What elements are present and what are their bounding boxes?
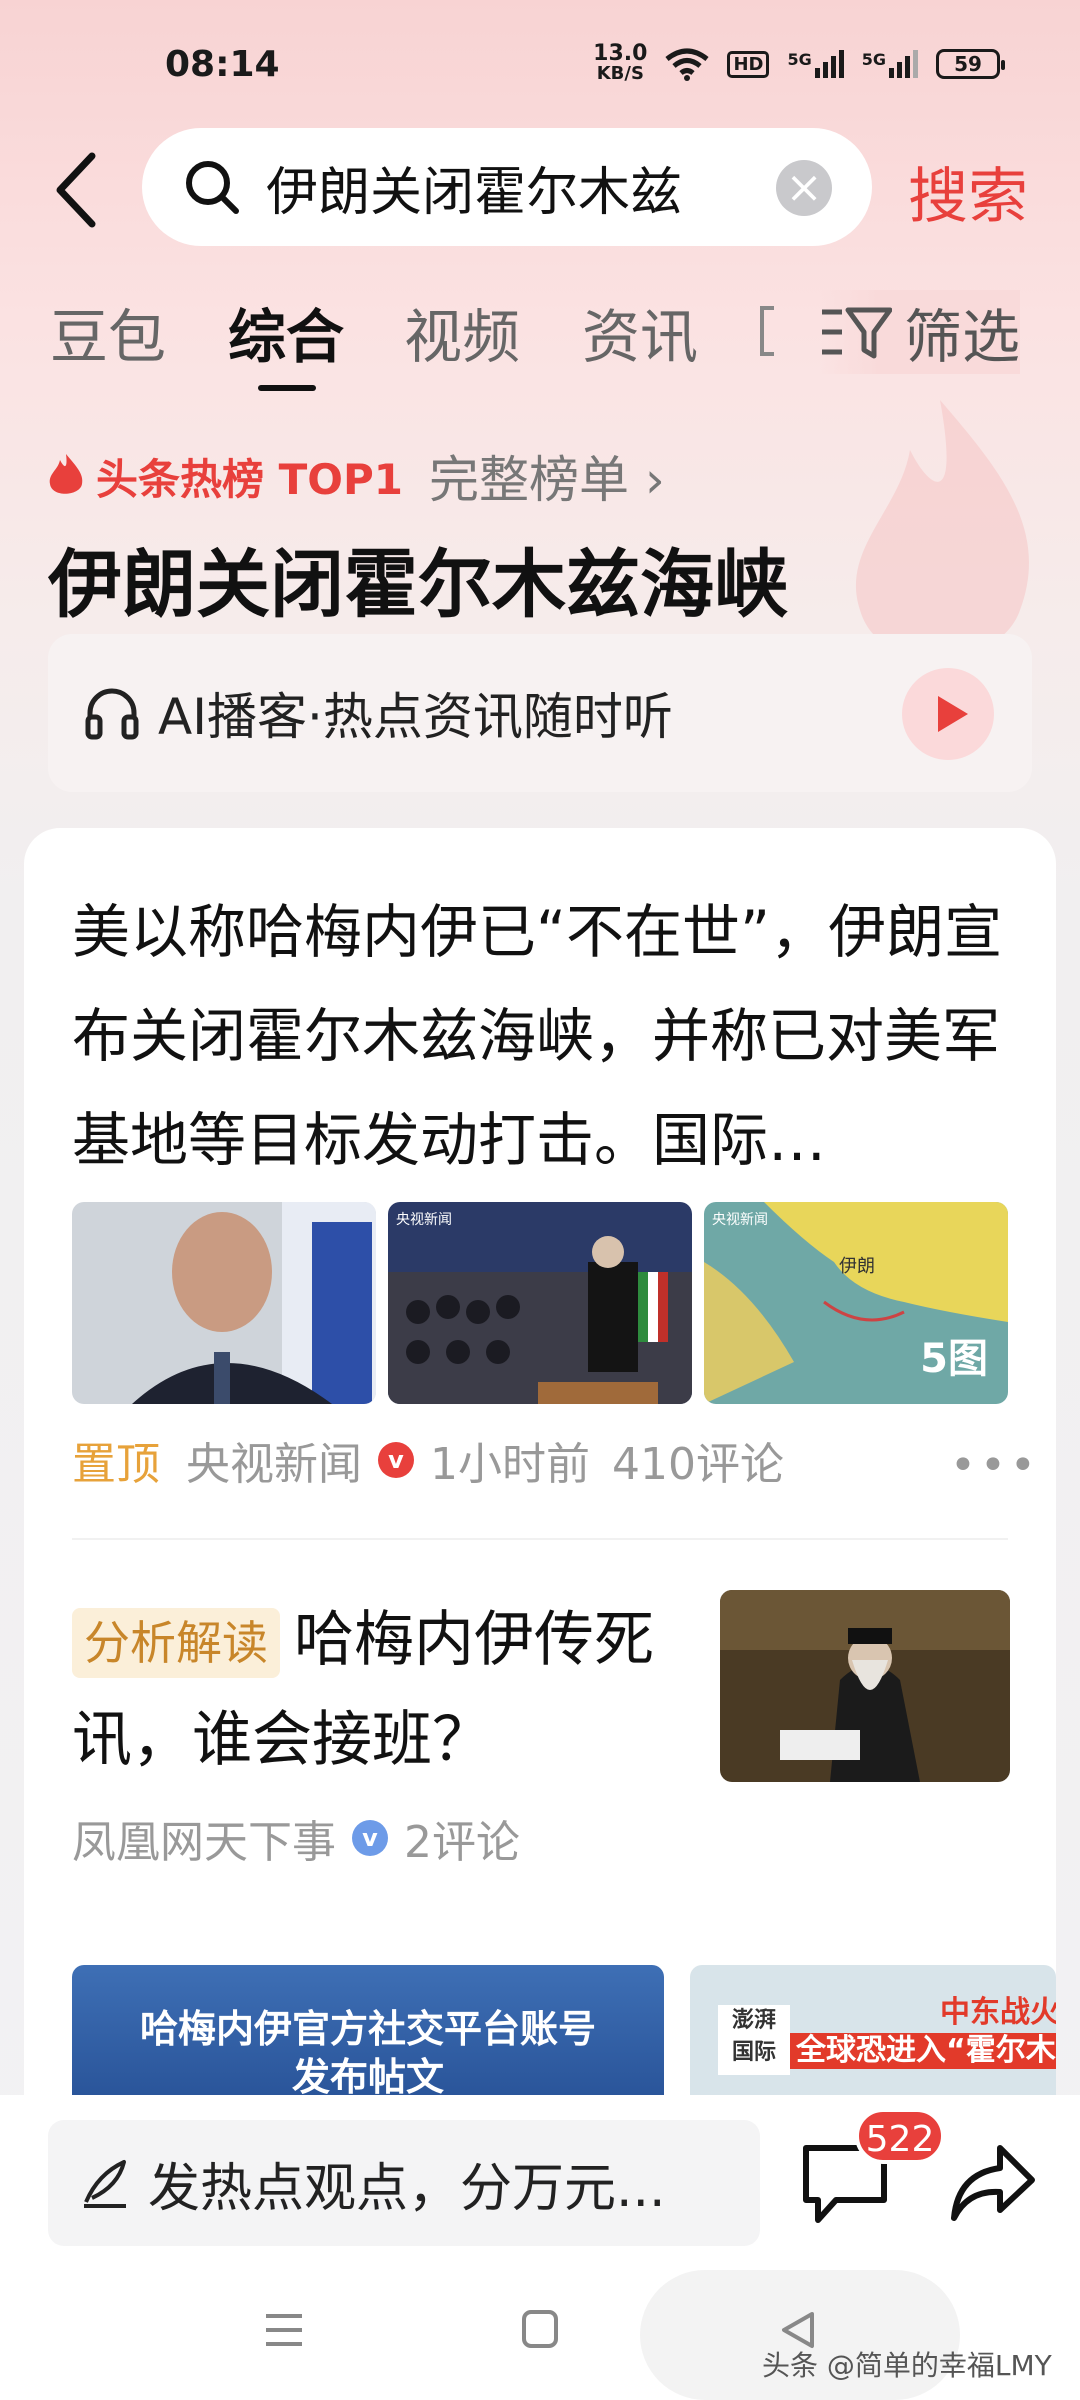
search-input[interactable]: 伊朗关闭霍尔木兹 × — [142, 128, 872, 246]
tab-comprehensive[interactable]: 综合 — [228, 290, 344, 374]
watermark: 头条 @简单的幸福LMY — [762, 2349, 1052, 2382]
article-source[interactable]: 央视新闻 — [186, 1428, 362, 1492]
filter-label: 筛选 — [904, 303, 1021, 371]
active-tab-indicator — [258, 385, 316, 391]
article-image-1[interactable] — [72, 1202, 376, 1404]
net-label-2: 5G — [861, 50, 886, 69]
comment-input[interactable]: 发热点观点，分万元... — [48, 2120, 760, 2246]
video-card-2[interactable]: 澎湃 国际 中东战火再燃 全球恐进入“霍尔木 — [690, 1965, 1056, 2095]
image-count: 5图 — [920, 1336, 988, 1382]
verified-icon: v — [378, 1442, 414, 1478]
article-headline[interactable]: 美以称哈梅内伊已“不在世”，伊朗宣布关闭霍尔木兹海峡，并称已对美军基地等目标发动… — [72, 880, 1012, 1192]
wifi-icon — [665, 48, 710, 81]
article-image-2[interactable]: 央视新闻 — [388, 1202, 692, 1404]
article-meta: 置顶 央视新闻 v 1小时前 410评论 — [72, 1428, 784, 1492]
net-label-1: 5G — [787, 50, 812, 69]
speed-unit: KB/S — [596, 63, 644, 84]
search-icon — [186, 161, 239, 214]
article-2-image[interactable] — [720, 1590, 1010, 1782]
tab-partial[interactable] — [760, 306, 774, 356]
pen-icon — [84, 2160, 126, 2208]
filter-button[interactable]: 筛选 — [820, 290, 1021, 374]
article-2-source[interactable]: 凤凰网天下事 — [72, 1806, 336, 1870]
pinned-label: 置顶 — [72, 1439, 160, 1490]
signal-icon-1: 5G — [787, 50, 844, 78]
image-logo: 央视新闻 — [712, 1212, 768, 1228]
verified-icon: v — [352, 1820, 388, 1856]
video-1-line-1: 哈梅内伊官方社交平台账号 — [139, 2007, 596, 2051]
video-2-line-1: 中东战火再燃 — [940, 1995, 1056, 2030]
divider — [72, 1538, 1008, 1540]
headphones-icon — [85, 688, 139, 740]
article-2-title-block[interactable]: 分析解读 哈梅内伊传死讯，谁会接班？ — [72, 1590, 672, 1790]
hd-icon: HD — [727, 50, 770, 78]
hot-label: 头条热榜 TOP1 — [96, 454, 403, 504]
article-2-meta: 凤凰网天下事 v 2评论 — [72, 1806, 520, 1870]
clock: 08:14 — [165, 44, 280, 85]
comment-placeholder: 发热点观点，分万元... — [148, 2158, 666, 2219]
status-bar: 08:14 13.0 KB/S HD 5G 5G 59 — [0, 0, 1080, 130]
hot-list-row[interactable]: 头条热榜 TOP1 完整榜单 › — [46, 440, 665, 512]
comment-count-badge: 522 — [855, 2108, 945, 2164]
article-2-comments: 2评论 — [404, 1817, 520, 1868]
tab-news[interactable]: 资讯 — [582, 290, 698, 374]
share-icon[interactable] — [948, 2138, 1038, 2228]
map-label: 伊朗 — [839, 1256, 875, 1277]
video-card-1[interactable]: 哈梅内伊官方社交平台账号 发布帖文 — [72, 1965, 664, 2095]
status-icons: 13.0 KB/S HD 5G 5G 59 — [593, 41, 1005, 84]
article-image-3[interactable]: 伊朗 央视新闻 5图 — [704, 1202, 1008, 1404]
home-icon[interactable] — [520, 2308, 560, 2352]
hot-topic-title: 伊朗关闭霍尔木兹海峡 — [48, 542, 788, 628]
tab-video[interactable]: 视频 — [404, 290, 520, 374]
video-2-line-2: 全球恐进入“霍尔木 — [790, 2033, 1056, 2069]
back-icon[interactable] — [48, 150, 108, 230]
image-logo: 央视新闻 — [396, 1212, 452, 1228]
ai-podcast-label: AI播客·热点资讯随时听 — [158, 688, 673, 746]
video-2-logo-line-2: 国际 — [731, 2040, 776, 2065]
speed-value: 13.0 — [593, 41, 648, 66]
full-list-link[interactable]: 完整榜单 › — [429, 440, 665, 512]
more-options-icon[interactable]: ••• — [950, 1440, 1040, 1491]
search-button[interactable]: 搜索 — [908, 148, 1028, 235]
menu-icon[interactable] — [262, 2310, 306, 2350]
article-comments: 410评论 — [612, 1439, 784, 1490]
video-1-line-2: 发布帖文 — [291, 2055, 444, 2095]
ai-podcast-card[interactable]: AI播客·热点资讯随时听 — [48, 634, 1032, 792]
signal-icon-2: 5G — [862, 50, 918, 78]
search-query: 伊朗关闭霍尔木兹 — [266, 162, 683, 223]
article-time: 1小时前 — [430, 1439, 590, 1490]
video-2-logo-line-1: 澎湃 — [731, 2008, 776, 2033]
filter-icon — [822, 307, 892, 359]
battery-icon: 59 — [936, 49, 1005, 79]
play-icon[interactable] — [902, 668, 994, 760]
tab-doubao[interactable]: 豆包 — [50, 290, 166, 374]
flame-icon — [49, 454, 83, 494]
network-speed: 13.0 KB/S — [593, 41, 648, 84]
analysis-tag: 分析解读 — [72, 1608, 280, 1679]
clear-icon[interactable]: × — [776, 160, 832, 216]
